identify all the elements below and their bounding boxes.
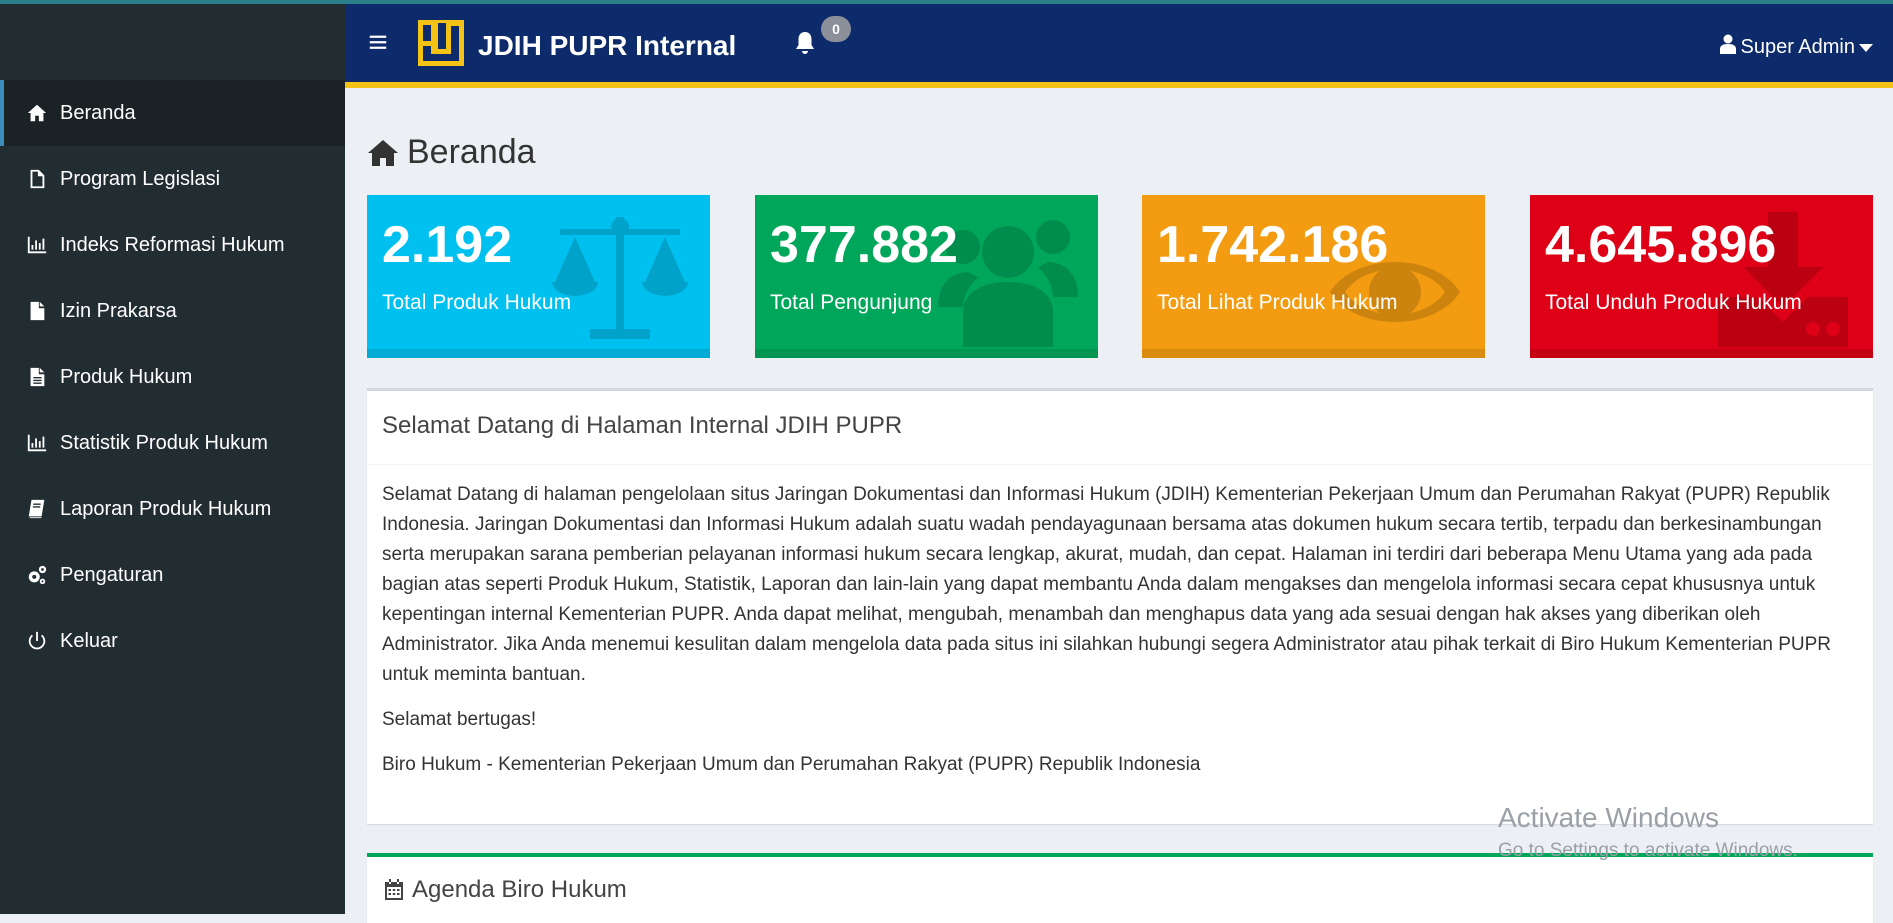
bar-chart-icon — [24, 432, 50, 454]
sidebar-item-produk-hukum[interactable]: Produk Hukum — [0, 344, 345, 410]
sidebar-item-beranda[interactable]: Beranda — [0, 80, 345, 146]
sidebar-item-label: Izin Prakarsa — [60, 299, 177, 322]
app-title[interactable]: JDIH PUPR Internal — [478, 30, 736, 62]
file-text-icon — [24, 366, 50, 388]
book-icon — [24, 498, 50, 520]
stat-box-footer — [1142, 349, 1485, 358]
power-icon — [24, 630, 50, 652]
user-menu[interactable]: Super Admin — [1720, 34, 1873, 60]
welcome-card-body: Selamat Datang di halaman pengelolaan si… — [367, 465, 1873, 780]
sidebar-item-izin-prakarsa[interactable]: Izin Prakarsa — [0, 278, 345, 344]
stat-box-unduh[interactable]: 4.645.896 Total Unduh Produk Hukum — [1530, 195, 1873, 358]
sidebar-item-label: Pengaturan — [60, 563, 164, 586]
gears-icon — [24, 564, 50, 586]
welcome-signature: Biro Hukum - Kementerian Pekerjaan Umum … — [382, 754, 1201, 775]
page-title: Beranda — [367, 133, 536, 172]
sidebar-item-label: Keluar — [60, 629, 118, 652]
caret-down-icon — [1855, 36, 1873, 59]
activate-windows-watermark: Activate Windows Go to Settings to activ… — [1498, 802, 1798, 862]
agenda-card-header: Agenda Biro Hukum — [367, 857, 1873, 923]
sidebar-item-program-legislasi[interactable]: Program Legislasi — [0, 146, 345, 212]
top-navbar: JDIH PUPR Internal 0 Super Admin — [345, 4, 1893, 88]
sidebar: Beranda Program Legislasi Indeks Reforma… — [0, 4, 345, 914]
home-icon — [24, 102, 50, 124]
watermark-subtitle: Go to Settings to activate Windows. — [1498, 840, 1798, 861]
sidebar-item-label: Laporan Produk Hukum — [60, 497, 272, 520]
sidebar-header — [0, 4, 345, 80]
sidebar-item-label: Produk Hukum — [60, 365, 193, 388]
user-icon — [1720, 34, 1740, 60]
stat-box-footer — [367, 349, 710, 358]
sidebar-item-statistik-produk-hukum[interactable]: Statistik Produk Hukum — [0, 410, 345, 476]
sidebar-item-keluar[interactable]: Keluar — [0, 608, 345, 674]
stat-value: 377.882 — [770, 216, 958, 274]
stat-box-pengunjung[interactable]: 377.882 Total Pengunjung — [755, 195, 1098, 358]
sidebar-item-indeks-reformasi-hukum[interactable]: Indeks Reformasi Hukum — [0, 212, 345, 278]
sidebar-item-label: Statistik Produk Hukum — [60, 431, 268, 454]
welcome-greeting: Selamat bertugas! — [382, 709, 537, 730]
bell-icon[interactable] — [793, 30, 817, 56]
sidebar-item-label: Beranda — [60, 101, 136, 124]
user-name: Super Admin — [1740, 35, 1855, 58]
stat-box-produk-hukum[interactable]: 2.192 Total Produk Hukum — [367, 195, 710, 358]
sidebar-item-laporan-produk-hukum[interactable]: Laporan Produk Hukum — [0, 476, 345, 542]
pupr-logo — [418, 20, 464, 66]
welcome-card-title: Selamat Datang di Halaman Internal JDIH … — [367, 391, 1873, 465]
menu-toggle-icon[interactable] — [367, 31, 389, 53]
stat-value: 1.742.186 — [1157, 216, 1389, 274]
balance-scale-icon — [550, 207, 690, 347]
calendar-icon — [385, 879, 403, 900]
stat-value: 2.192 — [382, 216, 513, 274]
stat-box-footer — [755, 349, 1098, 358]
welcome-paragraph: Selamat Datang di halaman pengelolaan si… — [382, 484, 1831, 685]
notification-badge: 0 — [821, 16, 851, 42]
agenda-card-title: Agenda Biro Hukum — [412, 876, 627, 903]
page-title-text: Beranda — [407, 133, 536, 171]
users-icon — [938, 207, 1078, 347]
main-content: Beranda 2.192 Total Produk Hukum 377.882… — [345, 88, 1893, 923]
file-solid-icon — [24, 300, 50, 322]
welcome-card: Selamat Datang di Halaman Internal JDIH … — [367, 388, 1873, 824]
stat-label: Total Produk Hukum — [382, 291, 572, 314]
sidebar-item-label: Indeks Reformasi Hukum — [60, 233, 285, 256]
stat-label: Total Lihat Produk Hukum — [1157, 291, 1398, 314]
stat-box-lihat[interactable]: 1.742.186 Total Lihat Produk Hukum — [1142, 195, 1485, 358]
bar-chart-icon — [24, 234, 50, 256]
stat-value: 4.645.896 — [1545, 216, 1777, 274]
sidebar-item-pengaturan[interactable]: Pengaturan — [0, 542, 345, 608]
stat-label: Total Pengunjung — [770, 291, 933, 314]
agenda-card: Agenda Biro Hukum — [367, 853, 1873, 923]
watermark-title: Activate Windows — [1498, 802, 1719, 833]
file-icon — [24, 168, 50, 190]
home-icon — [368, 139, 398, 166]
stat-box-footer — [1530, 349, 1873, 358]
stat-label: Total Unduh Produk Hukum — [1545, 291, 1802, 314]
sidebar-item-label: Program Legislasi — [60, 167, 221, 190]
